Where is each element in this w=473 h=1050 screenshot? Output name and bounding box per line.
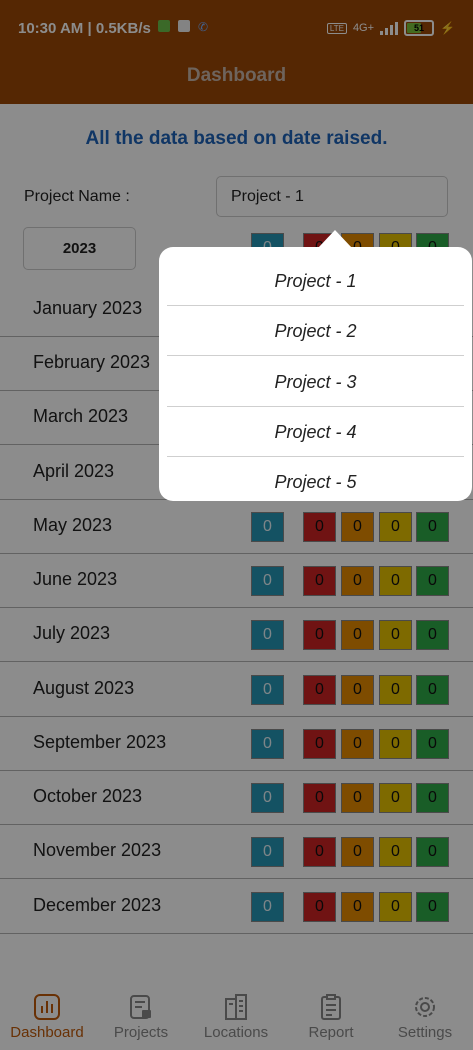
- dropdown-option[interactable]: Project - 3: [167, 357, 464, 407]
- project-dropdown: Project - 1 Project - 2 Project - 3 Proj…: [159, 247, 472, 501]
- dropdown-option[interactable]: Project - 1: [167, 256, 464, 306]
- dropdown-option[interactable]: Project - 5: [167, 457, 464, 501]
- dropdown-option[interactable]: Project - 2: [167, 306, 464, 356]
- dropdown-option[interactable]: Project - 4: [167, 407, 464, 457]
- modal-overlay[interactable]: [0, 0, 473, 1050]
- popup-arrow: [318, 230, 352, 248]
